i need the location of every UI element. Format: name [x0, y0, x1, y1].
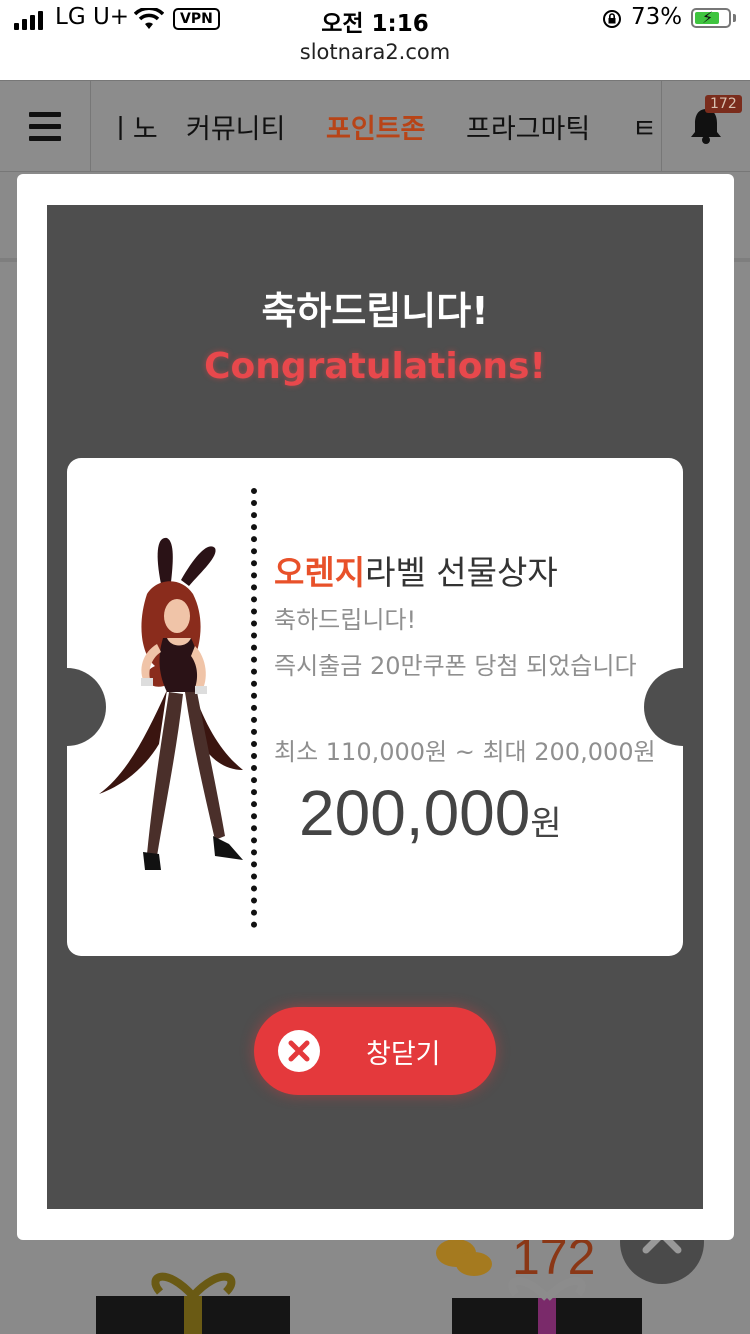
rotation-lock-icon: [603, 10, 621, 28]
gift-box-icon: [96, 1272, 290, 1334]
card-brand: 오렌지: [274, 553, 366, 592]
battery-cap: [733, 14, 736, 22]
nav-item-community[interactable]: 커뮤니티: [186, 107, 285, 146]
card-range: 최소 110,000원 ~ 최대 200,000원: [274, 738, 656, 766]
status-bar: LG U+ VPN 오전 1:16 slotnara2.com 73% ⚡: [0, 0, 750, 80]
nav-item-pragmatic[interactable]: 프라그마틱: [466, 107, 590, 146]
battery-percent: 73%: [631, 4, 683, 30]
ticket-perforation: [251, 488, 257, 928]
nav-item-casino[interactable]: ㅣ노: [108, 107, 158, 146]
prize-amount-value: 200,000: [299, 777, 531, 849]
close-modal-button[interactable]: 창닫기: [254, 1007, 496, 1095]
close-icon: [278, 1030, 320, 1072]
battery-icon: ⚡: [691, 8, 731, 28]
nav-scroller: ㅣ노 커뮤니티 포인트존 프라그마틱 ㅌ: [90, 81, 660, 171]
menu-button[interactable]: [0, 81, 91, 171]
prize-amount: 200,000원: [299, 776, 562, 850]
nav-item-pointzone[interactable]: 포인트존: [326, 107, 425, 146]
notification-button[interactable]: 172: [661, 81, 750, 171]
nav-item-next[interactable]: ㅌ: [632, 107, 657, 146]
modal-title: 축하드립니다!: [261, 289, 489, 333]
card-title-rest: 라벨 선물상자: [365, 553, 558, 592]
card-congrats: 축하드립니다!: [274, 606, 417, 634]
top-nav: ㅣ노 커뮤니티 포인트존 프라그마틱 ㅌ 172: [0, 80, 750, 172]
card-description: 즉시출금 20만쿠폰 당첨 되었습니다: [274, 652, 637, 680]
card-title: 오렌지라벨 선물상자: [274, 546, 558, 594]
gift-box-icon: [452, 1277, 642, 1334]
coupon-card: 오렌지라벨 선물상자 축하드립니다! 즉시출금 20만쿠폰 당첨 되었습니다 최…: [67, 458, 683, 956]
hamburger-icon: [29, 112, 61, 148]
modal-subtitle: Congratulations!: [204, 346, 546, 387]
prize-amount-unit: 원: [530, 804, 562, 844]
url-label[interactable]: slotnara2.com: [0, 40, 750, 64]
close-button-label: 창닫기: [366, 1039, 441, 1070]
notification-badge: 172: [705, 95, 742, 113]
character-illustration: [99, 537, 243, 870]
